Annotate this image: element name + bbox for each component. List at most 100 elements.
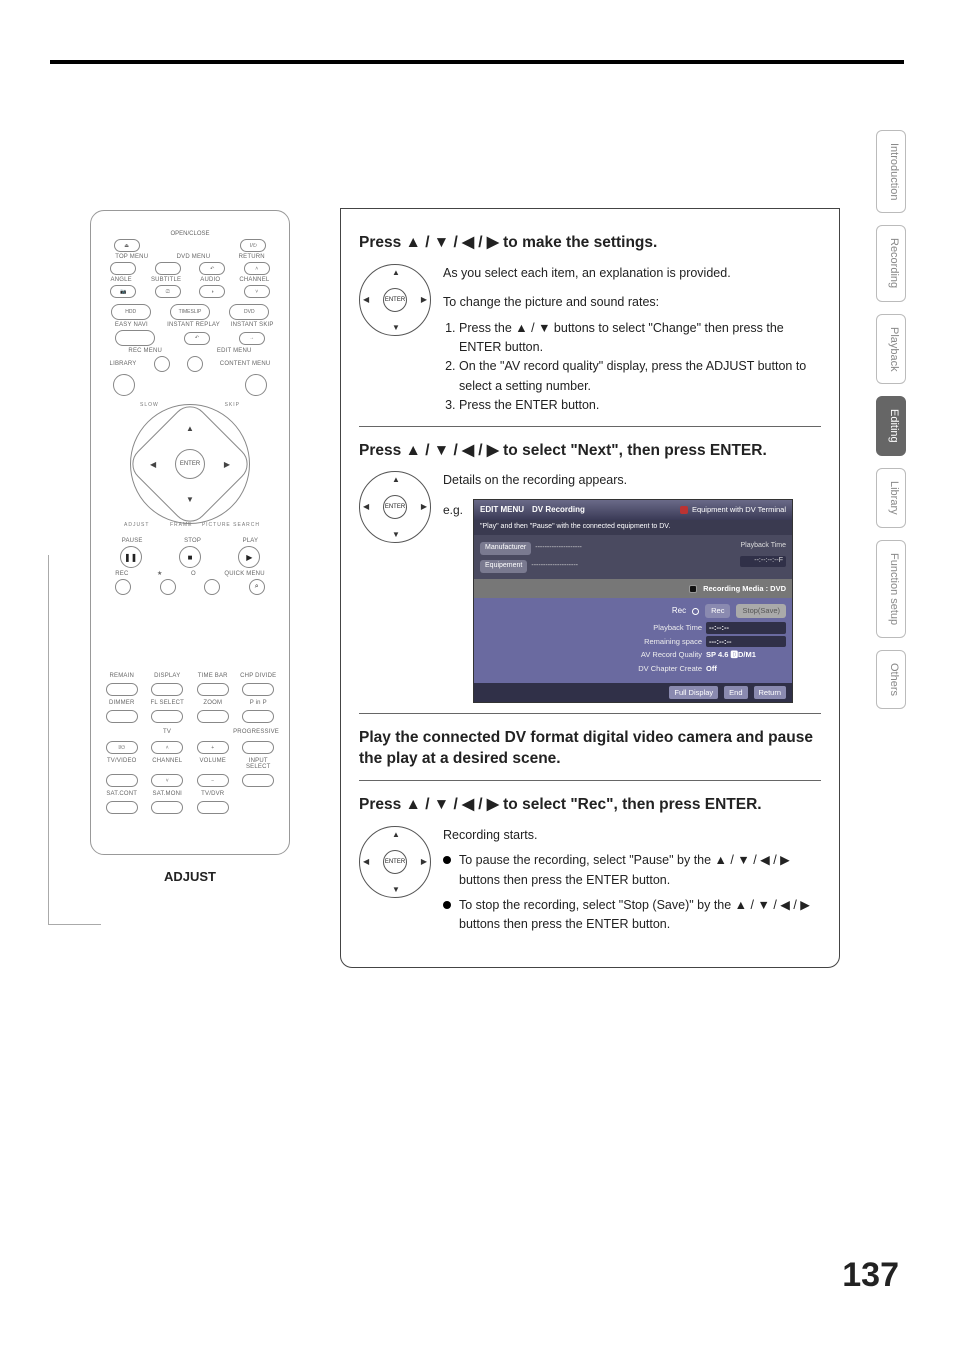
fl-select-button[interactable] <box>151 710 183 723</box>
tab-editing[interactable]: Editing <box>876 396 906 456</box>
power-button[interactable]: I/⏻ <box>240 239 266 252</box>
label-progressive: PROGRESSIVE <box>233 729 279 735</box>
step1-li1: Press the ▲ / ▼ buttons to select "Chang… <box>459 319 821 358</box>
content-menu-button[interactable] <box>245 374 267 396</box>
sat-cont-button[interactable] <box>106 801 138 814</box>
label-subtitle: SUBTITLE <box>151 277 181 283</box>
star-button[interactable] <box>160 579 176 595</box>
tab-recording[interactable]: Recording <box>876 225 906 301</box>
display-button[interactable] <box>151 683 183 696</box>
label-adjust-ring: ADJUST <box>124 522 149 528</box>
label-sat-moni: SAT.MONI <box>147 791 189 797</box>
eject-button[interactable]: ⏏ <box>114 239 140 252</box>
time-bar-button[interactable] <box>197 683 229 696</box>
label-top-menu: TOP MENU <box>115 254 148 260</box>
osd-rec-button[interactable]: Rec <box>705 604 730 618</box>
tab-library[interactable]: Library <box>876 468 906 528</box>
step3-title: Play the connected DV format digital vid… <box>359 728 821 770</box>
subtitle-button[interactable]: ⎚ <box>155 285 181 298</box>
label-library: LIBRARY <box>110 361 137 367</box>
tv-dvr-button[interactable] <box>197 801 229 814</box>
osd-end-button[interactable]: End <box>724 686 747 700</box>
step1-p1: As you select each item, an explanation … <box>443 264 821 283</box>
osd-av-quality-value: SP 4.6 🅳D/M1 <box>706 649 786 661</box>
step1-title-pre: Press <box>359 234 406 251</box>
step2-title-post: to select "Next", then press ENTER. <box>503 442 767 459</box>
red-square-icon <box>680 506 688 514</box>
tab-playback[interactable]: Playback <box>876 314 906 385</box>
tv-vol-down-button[interactable]: − <box>197 774 229 787</box>
osd-playback-time-top-value: --:--:--:--F <box>740 556 786 567</box>
rec-dot-icon <box>692 608 699 615</box>
play-button[interactable]: ▶ <box>238 546 260 568</box>
osd-full-display-button[interactable]: Full Display <box>669 686 718 700</box>
label-audio: AUDIO <box>200 277 220 283</box>
tab-others[interactable]: Others <box>876 650 906 709</box>
osd-stop-save-button[interactable]: Stop(Save) <box>736 604 786 618</box>
dvd-button[interactable]: DVD <box>229 304 269 320</box>
timeslip-button[interactable]: TIMESLIP <box>170 304 210 320</box>
tv-ch-down-button[interactable]: ˅ <box>151 774 183 787</box>
sat-moni-button[interactable] <box>151 801 183 814</box>
label-pause: PAUSE <box>122 538 143 544</box>
angle-button[interactable]: 📷 <box>110 285 136 298</box>
osd-dv-chapter-value: Off <box>706 663 786 675</box>
tab-introduction[interactable]: Introduction <box>876 130 906 213</box>
enter-button[interactable]: ENTER <box>175 449 205 479</box>
stop-button[interactable]: ■ <box>179 546 201 568</box>
dimmer-button[interactable] <box>106 710 138 723</box>
ch-up-button[interactable]: ˄ <box>244 262 270 275</box>
label-chp-divide: CHP DIVIDE <box>238 673 280 679</box>
top-menu-button[interactable] <box>110 262 136 275</box>
pinp-button[interactable] <box>242 710 274 723</box>
label-dvd-menu: DVD MENU <box>177 254 211 260</box>
label-zoom: ZOOM <box>192 700 234 706</box>
ch-down-button[interactable]: ˅ <box>244 285 270 298</box>
direction-pad[interactable]: SLOW SKIP ADJUST FRAME PICTURE SEARCH ▲ … <box>130 404 250 524</box>
instruction-panel: Press ▲ / ▼ / ◀ / ▶ to make the settings… <box>340 208 840 968</box>
audio-button[interactable]: ◑ <box>199 285 225 298</box>
label-channel: CHANNEL <box>239 277 269 283</box>
rec-menu-button[interactable] <box>154 356 170 372</box>
instant-skip-button[interactable]: → <box>239 332 265 345</box>
label-o: O <box>191 571 196 577</box>
pause-button[interactable]: ❚❚ <box>120 546 142 568</box>
easy-navi-button[interactable] <box>115 330 155 346</box>
tab-function-setup[interactable]: Function setup <box>876 540 906 638</box>
osd-media: Recording Media : DVD <box>703 583 786 595</box>
osd-manufacturer-value: -------------------- <box>535 544 582 551</box>
zoom-button[interactable] <box>197 710 229 723</box>
library-button[interactable] <box>113 374 135 396</box>
label-fl-select: FL SELECT <box>147 700 189 706</box>
nav-pad-icon: ▲▼◀▶ ENTER <box>359 826 431 898</box>
return-button[interactable]: ↶ <box>199 262 225 275</box>
label-sat-cont: SAT.CONT <box>101 791 143 797</box>
rec-button[interactable] <box>115 579 131 595</box>
o-button[interactable] <box>204 579 220 595</box>
label-skip: SKIP <box>225 402 240 408</box>
hdd-button[interactable]: HDD <box>111 304 151 320</box>
label-time-bar: TIME BAR <box>192 673 234 679</box>
osd-return-button[interactable]: Return <box>754 686 787 700</box>
tv-power-button[interactable]: I/⏻ <box>106 741 138 754</box>
dvd-menu-button[interactable] <box>155 262 181 275</box>
tv-video-button[interactable] <box>106 774 138 787</box>
enter-icon: ENTER <box>383 288 407 312</box>
remain-button[interactable] <box>106 683 138 696</box>
osd-dv-chapter-label: DV Chapter Create <box>592 663 702 675</box>
osd-remaining-label: Remaining space <box>592 636 702 648</box>
step1-p2: To change the picture and sound rates: <box>443 293 821 312</box>
input-select-button[interactable] <box>242 774 274 787</box>
arrows-icon: ▲ / ▼ / ◀ / ▶ <box>406 442 499 459</box>
edit-menu-button[interactable] <box>187 356 203 372</box>
tv-ch-up-button[interactable]: ˄ <box>151 741 183 754</box>
step4-title: Press ▲ / ▼ / ◀ / ▶ to select "Rec", the… <box>359 795 821 816</box>
progressive-button[interactable] <box>242 741 274 754</box>
chp-divide-button[interactable] <box>242 683 274 696</box>
quick-menu-button[interactable]: ⌕ <box>249 579 265 595</box>
label-rec: REC <box>115 571 128 577</box>
tv-vol-up-button[interactable]: + <box>197 741 229 754</box>
label-remain: REMAIN <box>101 673 143 679</box>
label-tv-video: TV/VIDEO <box>101 758 143 770</box>
instant-replay-button[interactable]: ↶ <box>184 332 210 345</box>
